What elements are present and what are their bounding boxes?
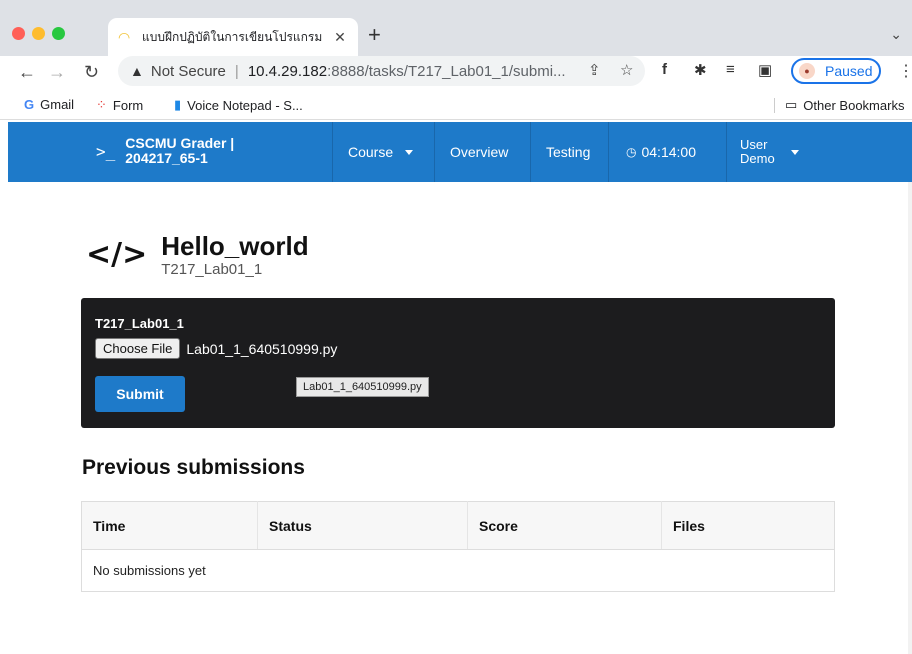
bookmark-gmail[interactable]: G Gmail [24, 97, 74, 112]
tab-title: แบบฝึกปฏิบัติในการเขียนโปรแกรม [142, 29, 323, 44]
bookmark-form[interactable]: ⁘ Form [96, 97, 143, 113]
nav-divider [434, 122, 435, 182]
facebook-extension-icon[interactable]: f [662, 61, 667, 78]
address-bar[interactable]: ▲ Not Secure | 10.4.29.182 :8888/tasks/T… [118, 56, 645, 86]
table-header-row: Time Status Score Files [81, 501, 835, 550]
terminal-icon: >_ [96, 141, 116, 161]
file-tooltip: Lab01_1_640510999.py [296, 377, 429, 397]
forward-icon[interactable]: → [48, 60, 66, 84]
upload-label: T217_Lab01_1 [95, 316, 184, 331]
task-header: </> Hello_world T217_Lab01_1 [86, 231, 309, 278]
user-line1: User [740, 137, 768, 152]
bookmark-label: Form [112, 97, 144, 113]
bookmarks-bar: G Gmail ⁘ Form ▮ Voice Notepad - S... ▭ … [0, 90, 912, 120]
empty-message: No submissions yet [93, 563, 206, 578]
maximize-window-button[interactable] [52, 27, 65, 40]
column-header-status: Status [257, 501, 468, 550]
column-header-score: Score [467, 501, 662, 550]
user-name: User Demo [740, 138, 775, 166]
menu-icon[interactable]: ⋮ [898, 61, 912, 81]
nav-overview[interactable]: Overview [450, 122, 508, 182]
nav-divider [726, 122, 727, 182]
profile-button[interactable]: ● Paused [791, 58, 881, 84]
browser-tab-bar: ◠ แบบฝึกปฏิบัติในการเขียนโปรแกรม ✕ + ⌄ [0, 0, 912, 56]
column-header-time: Time [81, 501, 258, 550]
file-input[interactable]: Choose File Lab01_1_640510999.py [95, 338, 337, 359]
side-panel-icon[interactable]: ▣ [758, 61, 772, 79]
new-tab-button[interactable]: + [368, 22, 381, 48]
nav-user-dropdown[interactable]: User Demo [740, 122, 799, 182]
submissions-heading: Previous submissions [82, 456, 305, 479]
address-host: 10.4.29.182 [247, 62, 328, 80]
security-label: Not Secure [150, 62, 226, 80]
nav-testing[interactable]: Testing [546, 122, 590, 182]
nav-divider [530, 122, 531, 182]
close-window-button[interactable] [12, 27, 25, 40]
submissions-table: Time Status Score Files No submissions y… [81, 501, 835, 592]
bookmark-voice-notepad[interactable]: ▮ Voice Notepad - S... [174, 97, 303, 113]
avatar: ● [799, 63, 815, 79]
microphone-icon: ▮ [174, 97, 182, 112]
submit-button[interactable]: Submit [95, 376, 185, 412]
timer-value: 04:14:00 [641, 144, 696, 160]
browser-toolbar: ← → ↻ ▲ Not Secure | 10.4.29.182 :8888/t… [0, 56, 912, 90]
browser-tab[interactable]: ◠ แบบฝึกปฏิบัติในการเขียนโปรแกรม ✕ [108, 18, 358, 56]
app-navbar: >_ CSCMU Grader | 204217_65-1 Course Ove… [8, 122, 912, 182]
other-bookmarks[interactable]: ▭ Other Bookmarks [785, 97, 904, 113]
brand-text: CSCMU Grader | 204217_65-1 [125, 136, 234, 166]
chevron-down-icon[interactable]: ⌄ [890, 26, 902, 43]
upload-panel: T217_Lab01_1 Choose File Lab01_1_6405109… [81, 298, 835, 428]
choose-file-button[interactable]: Choose File [95, 338, 181, 359]
loading-icon: ◠ [118, 29, 131, 45]
nav-timer: ◷ 04:14:00 [626, 122, 696, 182]
other-bookmarks-label: Other Bookmarks [803, 97, 905, 113]
warning-icon: ▲ [130, 63, 144, 79]
profile-status: Paused [825, 63, 873, 79]
task-code: T217_Lab01_1 [161, 261, 263, 278]
brand-link[interactable]: >_ CSCMU Grader | 204217_65-1 [96, 136, 234, 166]
extensions-icon[interactable]: ✱ [694, 61, 707, 79]
folder-icon: ▭ [785, 97, 798, 112]
google-icon: G [24, 97, 35, 112]
bookmark-star-icon[interactable]: ☆ [620, 61, 633, 79]
page-title: Hello_world [161, 231, 309, 261]
nav-course-dropdown[interactable]: Course [348, 122, 414, 182]
brand-line1: CSCMU Grader | [125, 135, 235, 151]
nav-divider [608, 122, 609, 182]
nav-divider [332, 122, 333, 182]
column-header-files: Files [661, 501, 835, 550]
caret-down-icon [405, 149, 414, 155]
page-scrollbar[interactable] [908, 182, 912, 654]
address-path: :8888/tasks/T217_Lab01_1/submi... [327, 62, 566, 80]
address-divider: | [234, 62, 239, 80]
minimize-window-button[interactable] [32, 27, 45, 40]
bookmark-label: Gmail [40, 97, 75, 112]
share-icon[interactable]: ⇪ [588, 61, 601, 79]
back-icon[interactable]: ← [18, 60, 36, 84]
reload-icon[interactable]: ↻ [84, 60, 99, 84]
reading-list-icon[interactable]: ≡ [726, 61, 735, 78]
bookmark-divider [774, 98, 775, 113]
close-icon[interactable]: ✕ [332, 29, 348, 46]
selected-file-name: Lab01_1_640510999.py [186, 340, 338, 357]
form-icon: ⁘ [96, 97, 107, 112]
code-icon: </> [86, 237, 148, 272]
table-row: No submissions yet [82, 550, 835, 592]
bookmark-label: Voice Notepad - S... [187, 97, 303, 113]
caret-down-icon [790, 149, 799, 155]
task-heading-block: Hello_world T217_Lab01_1 [161, 231, 308, 278]
brand-line2: 204217_65-1 [125, 150, 208, 166]
nav-course-label: Course [348, 144, 394, 160]
user-line2: Demo [740, 151, 775, 166]
clock-icon: ◷ [626, 145, 637, 159]
